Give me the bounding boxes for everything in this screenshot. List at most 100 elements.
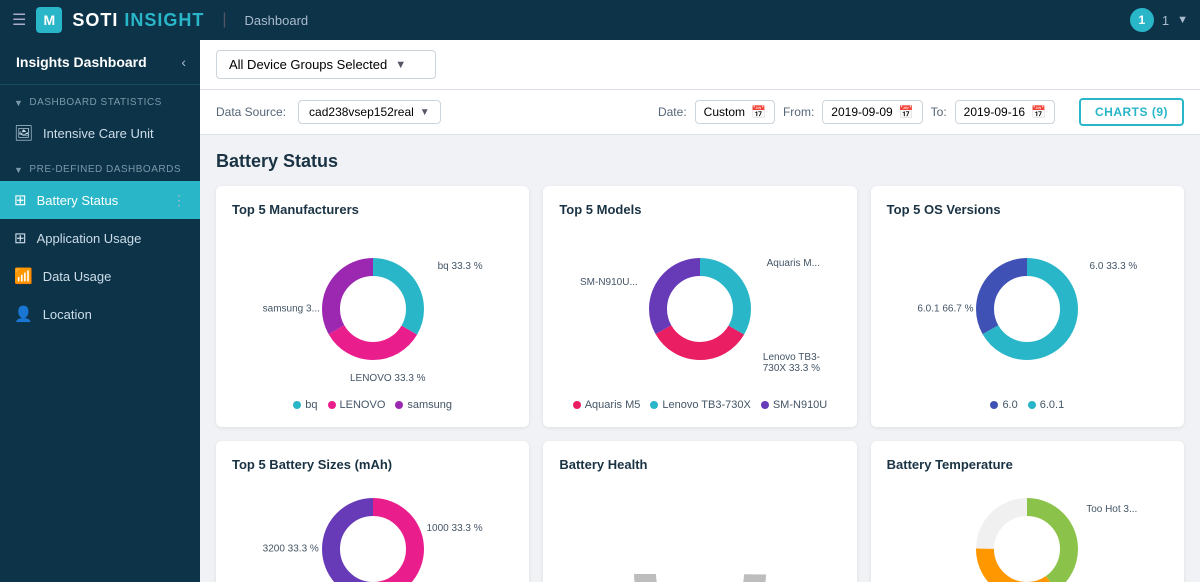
user-menu-chevron-icon[interactable]: ▼ bbox=[1177, 14, 1188, 26]
device-group-value: All Device Groups Selected bbox=[229, 57, 387, 72]
legend-item-lenovo: LENOVO bbox=[328, 399, 386, 411]
chart-card-battery-sizes: Top 5 Battery Sizes (mAh) 3200 33.3 % bbox=[216, 441, 529, 582]
hamburger-menu-icon[interactable]: ☰ bbox=[12, 10, 26, 30]
models-label-bottom-right: Lenovo TB3-730X 33.3 % bbox=[763, 352, 820, 374]
battery-temperature-chart bbox=[967, 489, 1087, 582]
from-date-input[interactable]: 2019-09-09 📅 bbox=[822, 100, 922, 124]
datasource-select[interactable]: cad238vsep152real ▼ bbox=[298, 100, 441, 124]
from-calendar-icon: 📅 bbox=[899, 105, 914, 119]
chart-body-manufacturers: samsung 3... bq 33.3 bbox=[232, 229, 513, 411]
app-usage-icon: ⊞ bbox=[14, 229, 27, 247]
datasource-bar: Data Source: cad238vsep152real ▼ Date: C… bbox=[200, 90, 1200, 135]
legend-label-lenovo: LENOVO bbox=[340, 399, 386, 411]
section-title-predefined: PRE-DEFINED DASHBOARDS bbox=[29, 164, 181, 175]
legend-dot-6-0 bbox=[990, 401, 998, 409]
battery-icon: ⊞ bbox=[14, 191, 27, 209]
os-label-right: 6.0 33.3 % bbox=[1090, 261, 1138, 272]
sidebar-item-battery-status[interactable]: ⊞ Battery Status ⋮ bbox=[0, 181, 200, 219]
chart-card-models: Top 5 Models SM-N910U... Aquaris M... bbox=[543, 186, 856, 427]
sidebar-collapse-button[interactable]: ‹ bbox=[181, 54, 186, 70]
models-legend: Aquaris M5 Lenovo TB3-730X SM-N910U bbox=[573, 399, 828, 411]
topbar: ☰ M SOTI INSIGHT | Dashboard 1 1 ▼ bbox=[0, 0, 1200, 40]
manufacturers-legend: bq LENOVO samsung bbox=[293, 399, 452, 411]
models-label-left: SM-N910U... bbox=[580, 277, 638, 288]
legend-label-bq: bq bbox=[305, 399, 317, 411]
sidebar-title: Insights Dashboard bbox=[16, 54, 147, 70]
legend-item-6-0: 6.0 bbox=[990, 399, 1017, 411]
legend-dot-6-0-1 bbox=[1028, 401, 1036, 409]
section-caret2-icon: ▼ bbox=[14, 165, 23, 175]
legend-item-lenovo-tb3: Lenovo TB3-730X bbox=[650, 399, 750, 411]
chart-body-battery-sizes: 3200 33.3 % 1000 33.3 % bbox=[232, 484, 513, 582]
date-type-select[interactable]: Custom 📅 bbox=[695, 100, 775, 124]
legend-label-samsung: samsung bbox=[407, 399, 452, 411]
sidebar-item-label-battery-status: Battery Status bbox=[37, 193, 119, 208]
sidebar-item-label-location: Location bbox=[43, 307, 92, 322]
sidebar-item-data-usage[interactable]: 📶 Data Usage bbox=[0, 257, 200, 295]
main-layout: Insights Dashboard ‹ ▼ DASHBOARD STATIST… bbox=[0, 40, 1200, 582]
legend-item-bq: bq bbox=[293, 399, 317, 411]
location-icon: 👤 bbox=[14, 305, 33, 323]
legend-label-lenovo-tb3: Lenovo TB3-730X bbox=[662, 399, 750, 411]
os-legend: 6.0 6.0.1 bbox=[990, 399, 1064, 411]
datasource-value: cad238vsep152real bbox=[309, 105, 414, 119]
battery-health-chart bbox=[620, 494, 780, 582]
breadcrumb: Dashboard bbox=[245, 13, 309, 28]
to-calendar-icon: 📅 bbox=[1031, 105, 1046, 119]
battery-size-label-right: 1000 33.3 % bbox=[426, 523, 482, 534]
legend-item-samsung: samsung bbox=[395, 399, 452, 411]
divider: | bbox=[222, 11, 226, 29]
chart-card-battery-temperature: Battery Temperature bbox=[871, 441, 1184, 582]
kebab-menu-icon[interactable]: ⋮ bbox=[172, 192, 186, 209]
to-date-input[interactable]: 2019-09-16 📅 bbox=[955, 100, 1055, 124]
sidebar-item-location[interactable]: 👤 Location bbox=[0, 295, 200, 333]
chart-title-battery-temperature: Battery Temperature bbox=[887, 457, 1168, 472]
sidebar-item-intensive-care[interactable]: 🖼 Intensive Care Unit bbox=[0, 114, 200, 152]
filter-bar: All Device Groups Selected ▼ bbox=[200, 40, 1200, 90]
calendar-icon: 📅 bbox=[751, 105, 766, 119]
monitor-icon: 🖼 bbox=[14, 124, 33, 142]
os-label-left: 6.0.1 66.7 % bbox=[917, 304, 973, 315]
models-donut-chart bbox=[640, 249, 760, 369]
charts-grid: Top 5 Manufacturers samsung 3... bbox=[216, 186, 1184, 582]
sidebar-item-label-data-usage: Data Usage bbox=[43, 269, 112, 284]
legend-dot-bq bbox=[293, 401, 301, 409]
legend-label-6-0: 6.0 bbox=[1002, 399, 1017, 411]
sidebar-item-label-intensive-care: Intensive Care Unit bbox=[43, 126, 154, 141]
chart-card-manufacturers: Top 5 Manufacturers samsung 3... bbox=[216, 186, 529, 427]
content-area: All Device Groups Selected ▼ Data Source… bbox=[200, 40, 1200, 582]
chart-body-models: SM-N910U... Aquaris M... Lenovo TB3-730X… bbox=[559, 229, 840, 411]
dashboard-content: Battery Status Top 5 Manufacturers samsu… bbox=[200, 135, 1200, 582]
sidebar-item-application-usage[interactable]: ⊞ Application Usage bbox=[0, 219, 200, 257]
avatar[interactable]: 1 bbox=[1130, 8, 1154, 32]
legend-dot-lenovo-tb3 bbox=[650, 401, 658, 409]
legend-label-sm-n910u: SM-N910U bbox=[773, 399, 827, 411]
chart-title-battery-sizes: Top 5 Battery Sizes (mAh) bbox=[232, 457, 513, 472]
legend-label-aquaris: Aquaris M5 bbox=[585, 399, 641, 411]
manufacturer-label-left: samsung 3... bbox=[263, 304, 320, 315]
section-label-dashboard-stats: ▼ DASHBOARD STATISTICS bbox=[0, 85, 200, 114]
chart-title-battery-health: Battery Health bbox=[559, 457, 840, 472]
legend-item-6-0-1: 6.0.1 bbox=[1028, 399, 1064, 411]
datasource-label: Data Source: bbox=[216, 105, 286, 119]
manufacturer-label-right: bq 33.3 % bbox=[438, 261, 483, 272]
user-number: 1 bbox=[1162, 13, 1169, 28]
chart-body-battery-health bbox=[559, 484, 840, 582]
sidebar-item-label-application-usage: Application Usage bbox=[37, 231, 142, 246]
sidebar-header: Insights Dashboard ‹ bbox=[0, 40, 200, 85]
section-caret-icon: ▼ bbox=[14, 98, 23, 108]
to-date-value: 2019-09-16 bbox=[964, 105, 1025, 119]
chart-card-battery-health: Battery Health bbox=[543, 441, 856, 582]
device-group-chevron-icon: ▼ bbox=[395, 59, 406, 71]
section-title-battery-status: Battery Status bbox=[216, 151, 1184, 172]
legend-label-6-0-1: 6.0.1 bbox=[1040, 399, 1064, 411]
from-label: From: bbox=[783, 105, 814, 119]
legend-dot-lenovo bbox=[328, 401, 336, 409]
device-group-select[interactable]: All Device Groups Selected ▼ bbox=[216, 50, 436, 79]
chart-title-models: Top 5 Models bbox=[559, 202, 840, 217]
legend-dot-sm-n910u bbox=[761, 401, 769, 409]
charts-button[interactable]: CHARTS (9) bbox=[1079, 98, 1184, 126]
to-label: To: bbox=[931, 105, 947, 119]
date-section: Date: Custom 📅 From: 2019-09-09 📅 To: 20… bbox=[658, 98, 1184, 126]
logo-mark: M bbox=[36, 7, 62, 33]
